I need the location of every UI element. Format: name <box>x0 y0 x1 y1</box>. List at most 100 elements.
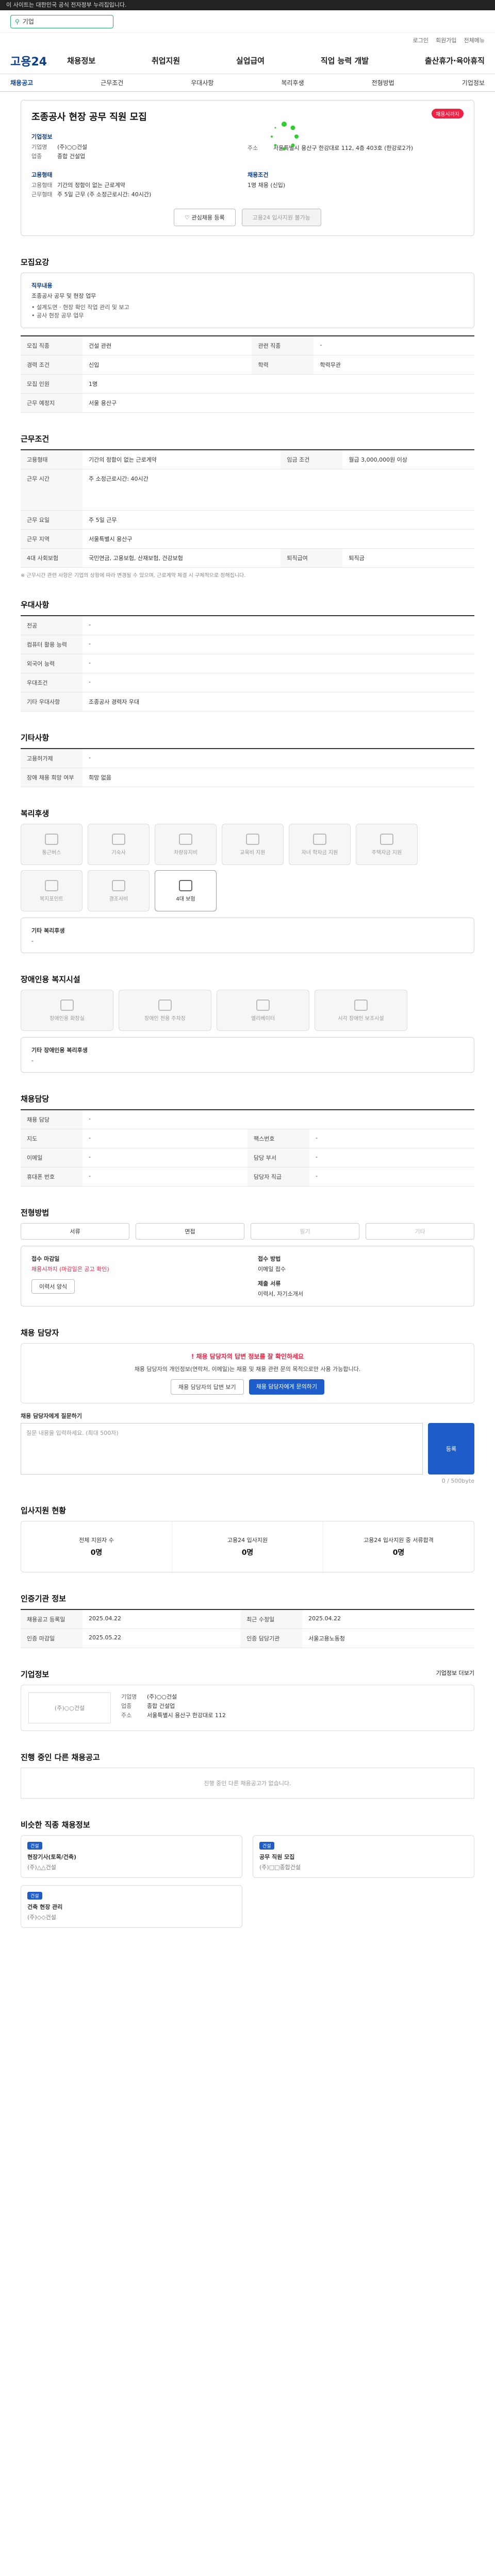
welfare-item-label: 자녀 학자금 지원 <box>301 850 338 856</box>
ask-recruiter-button[interactable]: 채용 담당자에게 문의하기 <box>249 1379 324 1395</box>
job-desc-text: • 설계도면 · 현장 확인 작업 관리 및 보고 • 공사 현장 공무 업무 <box>31 304 129 319</box>
cell-value: 2025.05.22 <box>82 1629 241 1648</box>
question-textarea[interactable]: 질문 내용을 입력하세요. (최대 500자) <box>21 1423 423 1475</box>
company-heading-text: 기업정보 <box>21 1670 50 1679</box>
stat-label: 고용24 입사지원 중 서류합격 <box>364 1537 434 1544</box>
method-label: 접수 방법 <box>258 1256 281 1262</box>
welfare-grid: 통근버스 기숙사 차량유지비 교육비 지원 자녀 학자금 지원 주택자금 지원 … <box>21 824 474 911</box>
company-card: (주)○○건설 기업명 (주)○○건설 업종 종합 건설업 주소 서울특별시 용산구 … <box>21 1685 474 1731</box>
gnb-item-benefit[interactable]: 실업급여 <box>236 55 265 66</box>
stat-item: 고용24 입사지원 0명 <box>172 1521 323 1572</box>
related-heading: 비슷한 직종 채용정보 <box>21 1820 90 1829</box>
gnb-item-training[interactable]: 직업 능력 개발 <box>321 55 369 66</box>
gov-banner: 이 사이트는 대한민국 공식 전자정부 누리집입니다. <box>0 0 495 10</box>
cell-value: - <box>82 1148 248 1167</box>
job-title-card: 채용시까지 조종공사 현장 공무 직원 모집 기업정보 기업명 (주)○○건설 업… <box>21 100 474 236</box>
related-card[interactable]: 건설 건축 현장 관리 (주)◇◇건설 <box>21 1885 242 1928</box>
login-link[interactable]: 로그인 <box>413 36 428 44</box>
tab-preference[interactable]: 우대사항 <box>191 78 213 87</box>
disability-item: 장애인용 화장실 <box>21 990 113 1031</box>
welfare-item: 기숙사 <box>88 824 150 865</box>
table-row: 채용 담당 - <box>21 1110 474 1129</box>
company-heading: 기업정보 기업정보 더보기 <box>21 1669 474 1680</box>
gnb-item-jobs[interactable]: 채용정보 <box>67 55 95 66</box>
contact-heading: 채용담당 <box>21 1094 50 1104</box>
method-detail: 접수 마감일 채용시까지 (마감일은 공고 확인) 이력서 양식 접수 방법 이… <box>21 1246 474 1307</box>
toilet-icon <box>60 999 74 1011</box>
cell-value: - <box>82 635 474 654</box>
education-icon <box>246 833 259 845</box>
company-value: 서울특별시 용산구 한강대로 112 <box>147 1712 226 1719</box>
search-input[interactable]: ⚲ 기업 <box>10 14 113 28</box>
company-key: 주소 <box>121 1712 132 1719</box>
hire-cond-value: 1명 채용 (신입) <box>248 182 286 189</box>
tab-company[interactable]: 기업정보 <box>462 78 485 87</box>
stats-panel: 전체 지원자 수 0명 고용24 입사지원 0명 고용24 입사지원 중 서류합격 0… <box>21 1521 474 1572</box>
cell-value: 월급 3,000,000원 이상 <box>342 450 474 469</box>
cell-key: 인증 담당기관 <box>240 1629 303 1648</box>
cell-key: 근무 예정지 <box>21 393 82 413</box>
cell-value: - <box>82 1110 474 1129</box>
tab-welfare[interactable]: 복리후생 <box>281 78 304 87</box>
related-list: 건설 현장기사(토목/건축) (주)△△건설 건설 공무 직원 모집 (주)□□종합건설 <box>21 1835 474 1878</box>
cell-key: 팩스번호 <box>248 1129 309 1148</box>
cell-value: 서울고용노동청 <box>302 1629 474 1648</box>
method-steps: 서류 면접 필기 기타 <box>21 1223 474 1240</box>
welfare-item: 통근버스 <box>21 824 82 865</box>
welfare-item: 차량유지비 <box>155 824 217 865</box>
gnb-item-leave[interactable]: 출산휴가·육아휴직 <box>425 55 485 66</box>
tab-method[interactable]: 전형방법 <box>372 78 394 87</box>
company-value: (주)○○건설 <box>147 1693 177 1700</box>
welfare-item: 경조사비 <box>88 870 150 911</box>
welfare-item-label: 4대 보험 <box>176 896 195 902</box>
cell-key: 담당 부서 <box>248 1148 309 1167</box>
recruit-table: 모집 직종 건설 관련 관련 직종 - 경력 조건 신입 학력 학력무관 모집 인원 1명 근… <box>21 335 474 413</box>
authority-heading: 인증기관 정보 <box>21 1594 67 1603</box>
join-link[interactable]: 회원가입 <box>436 36 456 44</box>
gnb-item-support[interactable]: 취업지원 <box>152 55 180 66</box>
cell-value: - <box>309 1129 474 1148</box>
preference-heading: 우대사항 <box>21 600 50 609</box>
cell-value: 국민연금, 고용보험, 산재보험, 건강보험 <box>82 548 281 568</box>
char-counter: 0 / 500byte <box>441 1478 474 1484</box>
related-card[interactable]: 건설 공무 직원 모집 (주)□□종합건설 <box>253 1835 474 1878</box>
welfare-item-label: 기숙사 <box>111 850 126 856</box>
table-row: 채용공고 등록일 2025.04.22 최근 수정일 2025.04.22 <box>21 1609 474 1629</box>
deadline-badge: 채용시까지 <box>432 109 464 118</box>
cell-value: 2025.04.22 <box>302 1609 474 1629</box>
submit-question-button[interactable]: 등록 <box>428 1423 474 1475</box>
apply-button[interactable]: 고용24 입사지원 불가능 <box>241 209 321 226</box>
work-type-key: 근무형태 <box>31 191 53 198</box>
site-logo[interactable]: 고용24 <box>10 53 67 69</box>
cell-key: 인증 마감일 <box>21 1629 82 1648</box>
table-row: 컴퓨터 활용 능력 - <box>21 635 474 654</box>
all-menu-link[interactable]: 전체메뉴 <box>464 36 485 44</box>
global-nav: 고용24 채용정보 취업지원 실업급여 직업 능력 개발 출산휴가·육아휴직 <box>0 47 495 74</box>
cell-value: - <box>82 673 474 692</box>
tab-conditions[interactable]: 근무조건 <box>101 78 123 87</box>
conditions-table: 고용형태 기간의 정함이 없는 근로계약 임금 조건 월급 3,000,000원 이상… <box>21 449 474 568</box>
related-card[interactable]: 건설 현장기사(토목/건축) (주)△△건설 <box>21 1835 242 1878</box>
work-type-value: 주 5일 근무 (주 소정근로시간: 40시간) <box>57 191 152 198</box>
company-more-link[interactable]: 기업정보 더보기 <box>436 1669 474 1680</box>
stats-heading: 입사지원 현황 <box>21 1506 67 1515</box>
resume-form-button[interactable]: 이력서 양식 <box>31 1279 75 1294</box>
view-answer-button[interactable]: 채용 담당자의 답변 보기 <box>170 1379 244 1395</box>
cell-key: 이메일 <box>21 1148 82 1167</box>
favorite-button[interactable]: ♡ 관심채용 등록 <box>174 209 236 226</box>
table-row: 전공 - <box>21 616 474 635</box>
cell-key: 담당자 직급 <box>248 1167 309 1187</box>
cell-value: - <box>82 654 474 673</box>
bus-icon <box>45 833 58 845</box>
cell-key: 최근 수정일 <box>240 1609 303 1629</box>
loading-spinner-icon <box>271 122 299 150</box>
table-row: 근무 지역 서울특별시 용산구 <box>21 529 474 549</box>
tab-recruit[interactable]: 채용공고 <box>10 78 33 87</box>
related-company: (주)△△건설 <box>27 1864 56 1871</box>
related-tag: 건설 <box>27 1892 42 1900</box>
related-company: (주)◇◇건설 <box>27 1914 56 1921</box>
cell-key: 지도 <box>21 1129 82 1148</box>
cell-key: 장애 채용 희망 여부 <box>21 768 82 787</box>
related-title: 공무 직원 모집 <box>259 1854 295 1860</box>
cell-value: - <box>82 749 474 768</box>
